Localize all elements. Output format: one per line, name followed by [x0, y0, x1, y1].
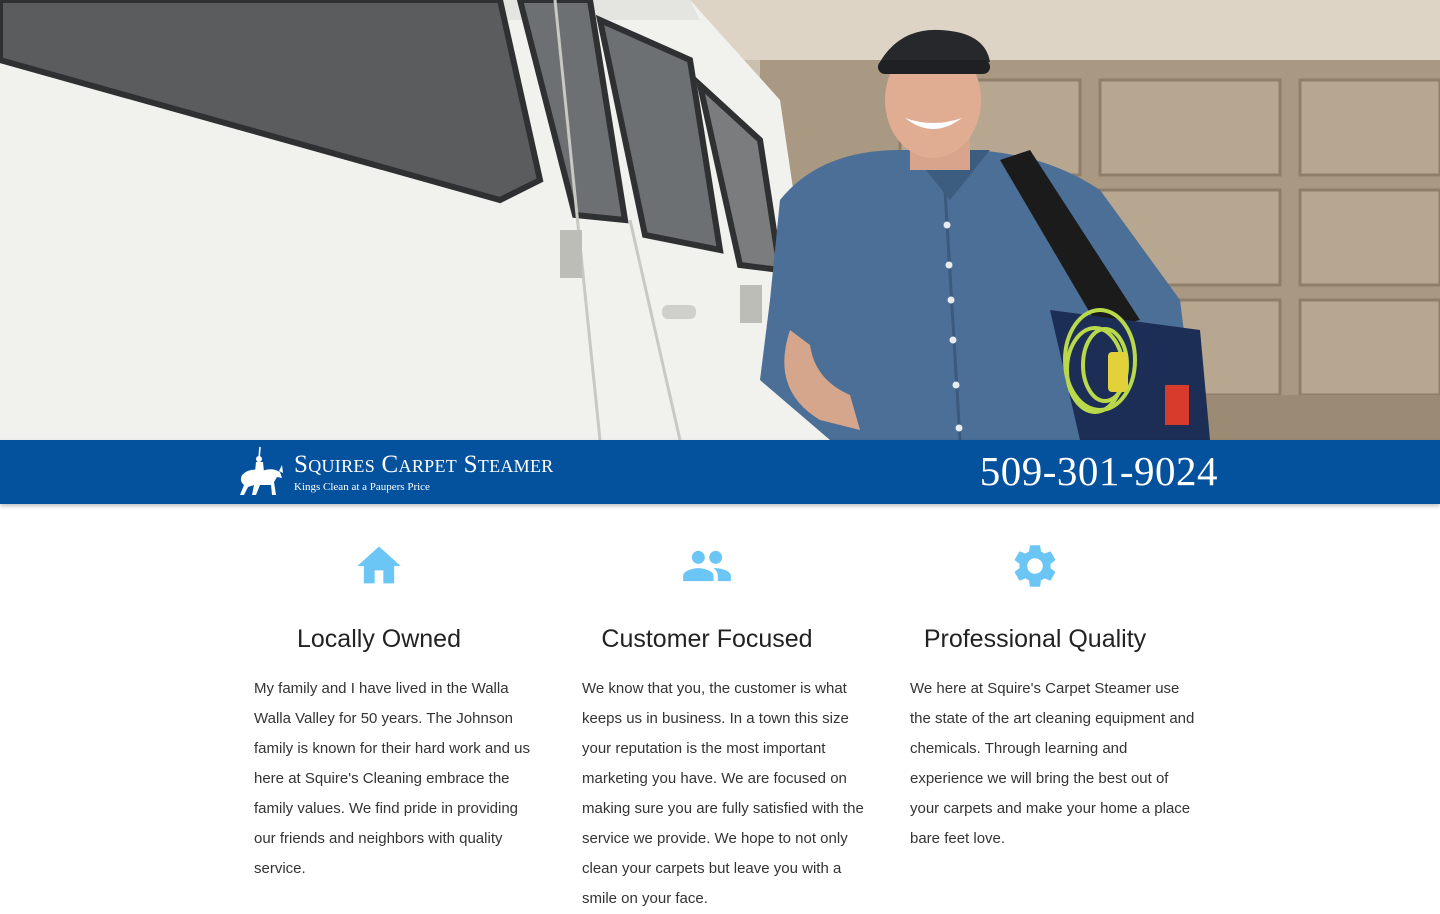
brand-tagline: Kings Clean at a Paupers Price: [294, 480, 430, 493]
brand-bar: Squires Carpet Steamer Kings Clean at a …: [0, 440, 1440, 504]
feature-text: We here at Squire's Carpet Steamer use t…: [910, 680, 1195, 847]
feature-text: We know that you, the customer is what k…: [582, 680, 864, 907]
feature-professional-quality: Professional Quality We here at Squire's…: [910, 540, 1196, 854]
home-icon: [357, 546, 401, 584]
gear-icon: [1014, 545, 1056, 587]
feature-title: Professional Quality: [923, 625, 1147, 653]
feature-title: Locally Owned: [297, 625, 461, 653]
knight-on-horse-icon: [240, 446, 283, 495]
brand-name: Squires Carpet Steamer: [294, 450, 554, 478]
feature-locally-owned: Locally Owned My family and I have lived…: [254, 540, 540, 884]
feature-text: My family and I have lived in the Walla …: [254, 680, 530, 877]
feature-customer-focused: Customer Focused We know that you, the c…: [582, 540, 868, 914]
phone-number-link[interactable]: 509-301-9024: [980, 447, 1218, 495]
people-icon: [683, 550, 731, 582]
brand-logo-link[interactable]: Squires Carpet Steamer Kings Clean at a …: [236, 440, 554, 504]
hero-illustration: [0, 0, 1440, 440]
hero-photo: [0, 0, 1440, 440]
feature-title: Customer Focused: [601, 625, 813, 653]
